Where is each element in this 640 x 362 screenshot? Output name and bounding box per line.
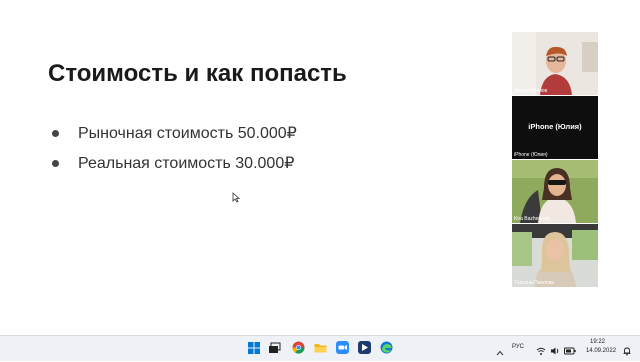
bullet-dot-icon xyxy=(52,159,59,167)
bullet-text: Рыночная стоимость 50.000₽ xyxy=(78,125,297,142)
participant-label: iPhone (Юлия) xyxy=(528,122,582,131)
mouse-cursor-icon xyxy=(232,192,240,203)
file-explorer-icon[interactable] xyxy=(314,341,327,354)
bullet-item: Реальная стоимость 30.000₽ xyxy=(52,148,297,178)
slide-title: Стоимость и как попасть xyxy=(48,60,347,87)
participant-video xyxy=(512,224,598,287)
participant-name: iPhone (Юлия) xyxy=(514,152,548,158)
participant-panel: Данил Иванов iPhone (Юлия) iPhone (Юлия)… xyxy=(510,30,600,290)
chevron-up-icon[interactable] xyxy=(496,344,504,356)
wifi-icon[interactable] xyxy=(536,343,546,355)
taskbar: РУС 19:22 14.09.2022 xyxy=(0,335,640,361)
language-indicator[interactable]: РУС xyxy=(512,344,524,350)
participant-tile[interactable]: Kira Bazhenova xyxy=(512,160,598,223)
volume-icon[interactable] xyxy=(550,343,560,355)
bullet-list: Рыночная стоимость 50.000₽ Реальная стои… xyxy=(52,118,297,178)
participant-video xyxy=(512,32,598,95)
chrome-icon[interactable] xyxy=(292,341,305,354)
participant-name: Татьяна Павлова xyxy=(514,280,555,286)
clock-time[interactable]: 19:22 xyxy=(590,339,605,345)
notification-icon[interactable] xyxy=(622,343,632,356)
participant-video xyxy=(512,160,598,223)
bullet-text: Реальная стоимость 30.000₽ xyxy=(78,155,295,172)
windows-icon[interactable] xyxy=(248,341,260,354)
presentation-slide: Стоимость и как попасть Рыночная стоимос… xyxy=(0,0,500,330)
participant-tile[interactable]: iPhone (Юлия) iPhone (Юлия) xyxy=(512,96,598,159)
participant-name: Kira Bazhenova xyxy=(514,216,550,222)
participant-name: Данил Иванов xyxy=(514,88,548,94)
zoom-icon[interactable] xyxy=(336,341,349,354)
participant-tile[interactable]: Данил Иванов xyxy=(512,32,598,95)
clock-date[interactable]: 14.09.2022 xyxy=(586,348,616,354)
bullet-dot-icon xyxy=(52,129,59,137)
screen-recorder-icon[interactable] xyxy=(358,341,371,354)
participant-tile[interactable]: Татьяна Павлова xyxy=(512,224,598,287)
bullet-item: Рыночная стоимость 50.000₽ xyxy=(52,118,297,148)
search-icon[interactable] xyxy=(268,341,281,354)
battery-icon[interactable] xyxy=(564,343,576,355)
edge-icon[interactable] xyxy=(380,341,393,354)
